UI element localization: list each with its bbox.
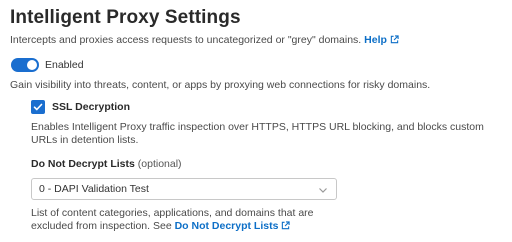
page-subtitle: Intercepts and proxies access requests t… xyxy=(10,34,399,46)
external-link-icon xyxy=(390,35,399,44)
ssl-decryption-row: SSL Decryption xyxy=(31,100,130,114)
toggle-knob xyxy=(27,60,37,70)
ssl-decryption-checkbox[interactable] xyxy=(31,100,45,114)
proxy-description: Gain visibility into threats, content, o… xyxy=(10,79,431,91)
ssl-decryption-label: SSL Decryption xyxy=(52,101,130,113)
subtitle-text: Intercepts and proxies access requests t… xyxy=(10,34,362,46)
help-link[interactable]: Help xyxy=(364,34,399,46)
external-link-icon xyxy=(282,221,291,230)
do-not-decrypt-link-label: Do Not Decrypt Lists xyxy=(174,220,279,232)
page-title: Intelligent Proxy Settings xyxy=(10,7,241,28)
select-value: 0 - DAPI Validation Test xyxy=(39,183,149,195)
checkmark-icon xyxy=(33,103,43,111)
chevron-down-icon xyxy=(319,188,327,193)
toggle-label: Enabled xyxy=(45,59,84,71)
ssl-description: Enables Intelligent Proxy traffic inspec… xyxy=(31,121,484,146)
do-not-decrypt-title: Do Not Decrypt Lists xyxy=(31,158,135,170)
do-not-decrypt-label: Do Not Decrypt Lists (optional) xyxy=(31,158,182,170)
do-not-decrypt-help: List of content categories, applications… xyxy=(31,207,331,233)
proxy-enabled-toggle[interactable] xyxy=(11,58,39,72)
do-not-decrypt-select[interactable]: 0 - DAPI Validation Test xyxy=(31,178,337,200)
proxy-toggle-row: Enabled xyxy=(11,58,84,72)
do-not-decrypt-link[interactable]: Do Not Decrypt Lists xyxy=(175,220,291,232)
optional-tag: (optional) xyxy=(137,158,182,170)
help-link-label: Help xyxy=(364,34,387,46)
